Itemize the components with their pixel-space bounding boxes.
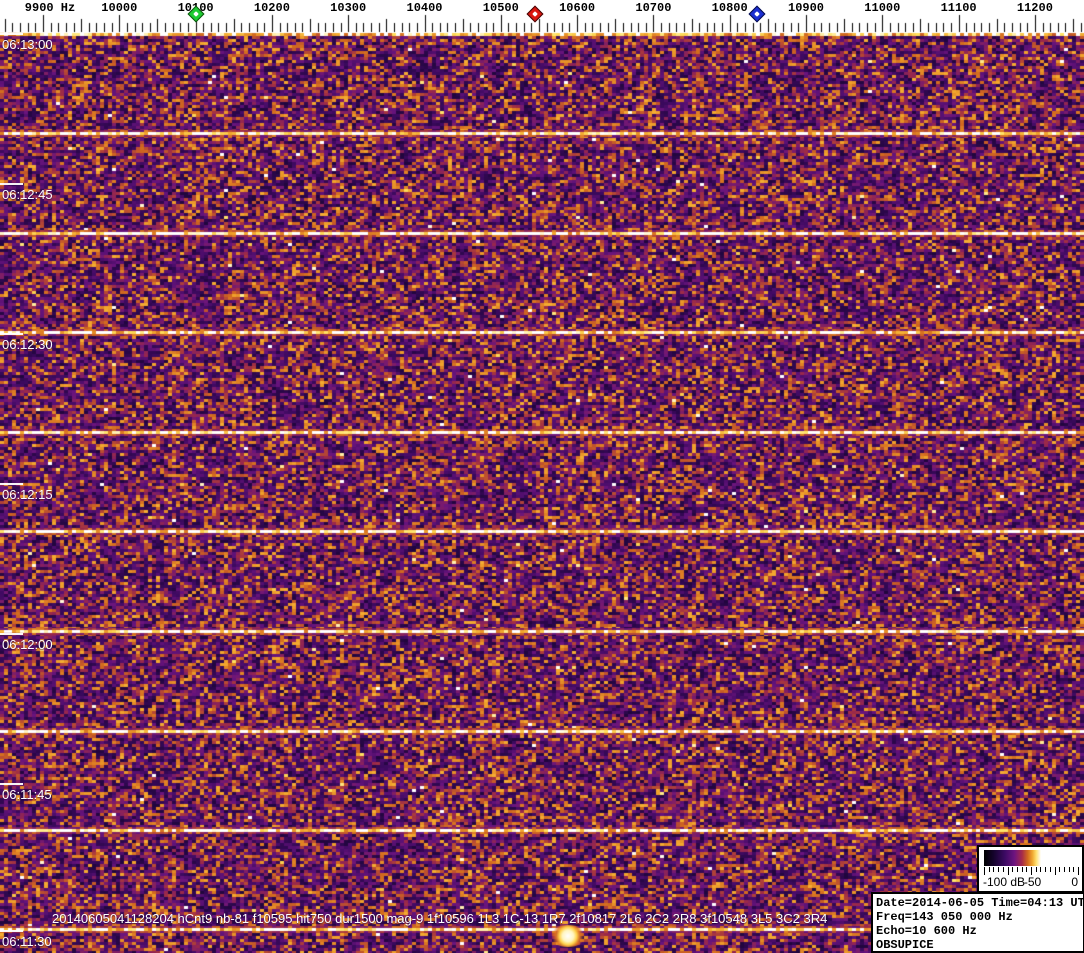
db-tick bbox=[988, 867, 990, 872]
db-tick bbox=[1012, 867, 1014, 872]
freq-label-10700: 10700 bbox=[635, 1, 672, 15]
db-tick bbox=[993, 867, 995, 872]
db-color-scale-legend: -100 dB -50 0 bbox=[977, 845, 1084, 893]
time-tick-mark bbox=[0, 930, 23, 932]
info-echo-frequency: Echo=10 600 Hz bbox=[876, 924, 977, 938]
freq-label-9900: 9900 Hz bbox=[24, 1, 76, 15]
db-min-label: -100 dB bbox=[983, 875, 1026, 889]
waterfall-spectrogram-canvas bbox=[0, 0, 1084, 953]
time-tick-mark bbox=[0, 333, 23, 335]
db-mid-label: -50 bbox=[1023, 875, 1042, 889]
db-tick bbox=[1073, 867, 1075, 872]
freq-label-11000: 11000 bbox=[864, 1, 901, 15]
time-tick-mark bbox=[0, 33, 23, 35]
db-max-label: 0 bbox=[1071, 875, 1078, 889]
freq-label-10000: 10000 bbox=[101, 1, 138, 15]
db-tick bbox=[1016, 867, 1018, 872]
freq-label-10200: 10200 bbox=[253, 1, 290, 15]
db-tick bbox=[1007, 867, 1009, 875]
db-scale-labels: -100 dB -50 0 bbox=[979, 875, 1082, 890]
time-label-06-12-15: 06:12:15 bbox=[0, 483, 53, 502]
freq-label-10500: 10500 bbox=[482, 1, 519, 15]
db-tick bbox=[1078, 867, 1079, 875]
time-label-06-11-30: 06:11:30 bbox=[0, 930, 52, 949]
time-label-06-13-00: 06:13:00 bbox=[0, 33, 53, 52]
db-tick bbox=[1059, 867, 1061, 872]
info-station-name: OBSUPICE bbox=[876, 938, 934, 952]
freq-label-11200: 11200 bbox=[1016, 1, 1053, 15]
db-tick bbox=[1063, 867, 1065, 872]
db-tick bbox=[1054, 867, 1056, 875]
radio-meteor-spectrogram-screen: 9900 Hz100001010010200103001040010500106… bbox=[0, 0, 1084, 953]
db-tick bbox=[1002, 867, 1004, 872]
observation-info-box: Date=2014-06-05 Time=04:13 UTC Freq=143 … bbox=[871, 892, 1084, 953]
frequency-ruler: 9900 Hz100001010010200103001040010500106… bbox=[0, 0, 1084, 33]
time-tick-mark bbox=[0, 633, 23, 635]
time-tick-mark bbox=[0, 183, 23, 185]
db-tick bbox=[1035, 867, 1037, 872]
freq-label-10900: 10900 bbox=[787, 1, 825, 15]
db-tick bbox=[1026, 867, 1028, 872]
db-tick bbox=[1045, 867, 1047, 872]
info-date-time: Date=2014-06-05 Time=04:13 UTC bbox=[876, 896, 1084, 910]
time-label-06-12-45: 06:12:45 bbox=[0, 183, 53, 202]
db-tick bbox=[1049, 867, 1051, 872]
freq-label-10400: 10400 bbox=[406, 1, 443, 15]
marker-red-diamond-dot bbox=[532, 11, 538, 17]
db-tick bbox=[1031, 867, 1032, 875]
marker-blue-diamond[interactable] bbox=[748, 5, 766, 23]
db-tick bbox=[1040, 867, 1042, 872]
db-tick bbox=[984, 867, 985, 875]
db-tick bbox=[998, 867, 1000, 872]
time-tick-mark bbox=[0, 483, 23, 485]
db-tick bbox=[1068, 867, 1070, 872]
detection-log-text: 20140605041128204 hCnt9 nb-81 f10595 hit… bbox=[52, 911, 828, 926]
time-label-06-11-45: 06:11:45 bbox=[0, 783, 52, 802]
db-tick bbox=[1021, 867, 1023, 872]
freq-label-11100: 11100 bbox=[940, 1, 977, 15]
marker-green-diamond-dot bbox=[192, 11, 199, 17]
time-tick-mark bbox=[0, 783, 23, 785]
marker-red-diamond[interactable] bbox=[526, 5, 544, 23]
freq-label-10600: 10600 bbox=[559, 1, 596, 15]
time-label-06-12-30: 06:12:30 bbox=[0, 333, 53, 352]
freq-label-10300: 10300 bbox=[330, 1, 367, 15]
info-frequency: Freq=143 050 000 Hz bbox=[876, 910, 1013, 924]
db-gradient-bar bbox=[984, 850, 1079, 866]
time-label-06-12-00: 06:12:00 bbox=[0, 633, 53, 652]
freq-label-10800: 10800 bbox=[711, 1, 748, 15]
marker-blue-diamond-dot bbox=[754, 11, 760, 17]
